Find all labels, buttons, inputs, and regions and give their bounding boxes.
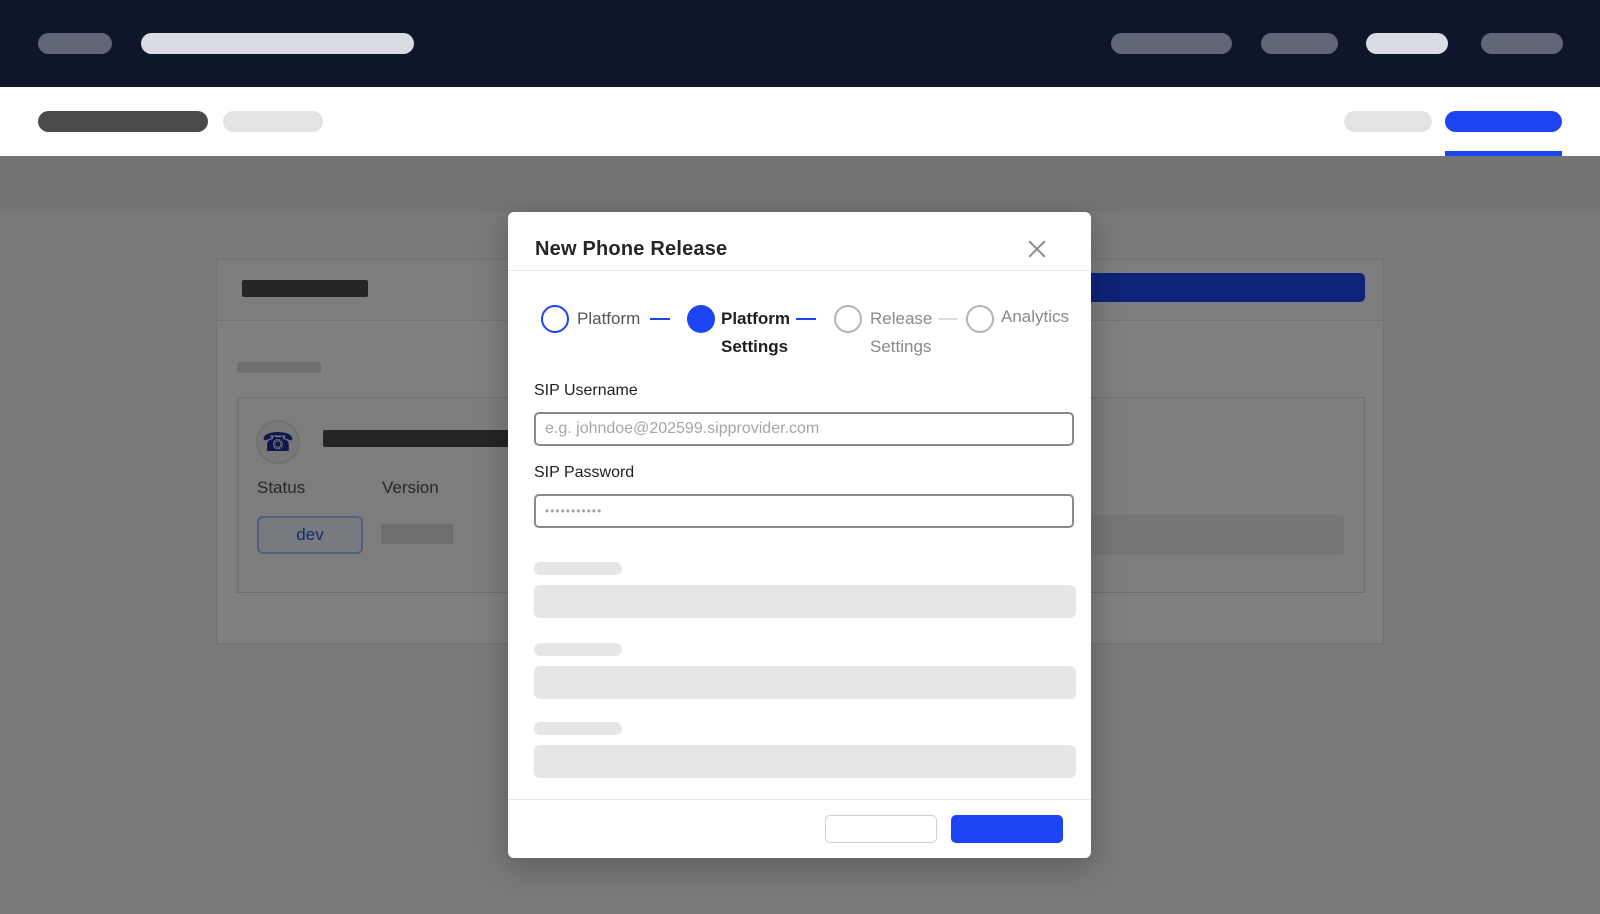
skeleton-field-2 (534, 666, 1076, 699)
skeleton-field-label-2 (534, 643, 622, 656)
skeleton-field-3 (534, 745, 1076, 778)
step-platform-settings-label-line2: Settings (721, 337, 789, 356)
next-button[interactable] (951, 815, 1063, 843)
step-connector-3 (938, 318, 958, 320)
nav-item-4[interactable] (1481, 33, 1563, 54)
dialog-footer (508, 799, 1091, 858)
step-release-settings-label-line2: Settings (870, 337, 932, 356)
top-navigation-bar (0, 0, 1600, 87)
nav-item-1[interactable] (1111, 33, 1232, 54)
secondary-action-button[interactable] (1344, 111, 1432, 132)
sip-username-input[interactable] (534, 412, 1074, 446)
dialog-header: New Phone Release (508, 212, 1091, 271)
skeleton-field-label-1 (534, 562, 622, 575)
sip-password-input[interactable] (534, 494, 1074, 528)
nav-logo[interactable] (38, 33, 112, 54)
sip-password-label: SIP Password (534, 464, 635, 481)
step-connector-2 (796, 318, 816, 320)
nav-item-active[interactable] (1366, 33, 1448, 54)
step-analytics-circle (966, 305, 994, 333)
step-analytics-label: Analytics (1001, 307, 1070, 326)
step-platform-circle (541, 305, 569, 333)
step-release-settings-circle (834, 305, 862, 333)
dialog-title: New Phone Release (535, 238, 728, 260)
primary-action-button[interactable] (1445, 111, 1562, 132)
step-platform-settings-circle (687, 305, 715, 333)
nav-search[interactable] (141, 33, 414, 54)
nav-item-2[interactable] (1261, 33, 1338, 54)
breadcrumb-current (38, 111, 208, 132)
close-icon[interactable] (1026, 238, 1048, 260)
cancel-button[interactable] (825, 815, 937, 843)
step-platform-label: Platform (577, 309, 641, 328)
step-connector-1 (650, 318, 670, 320)
step-release-settings-label: Release (870, 309, 933, 328)
new-phone-release-dialog: New Phone Release Platform Platform Sett… (508, 212, 1091, 858)
sub-header-bar (0, 87, 1600, 156)
step-platform-settings-label: Platform (721, 309, 790, 328)
skeleton-field-1 (534, 585, 1076, 618)
breadcrumb-secondary[interactable] (223, 111, 323, 132)
sip-username-label: SIP Username (534, 382, 638, 399)
skeleton-field-label-3 (534, 722, 622, 735)
